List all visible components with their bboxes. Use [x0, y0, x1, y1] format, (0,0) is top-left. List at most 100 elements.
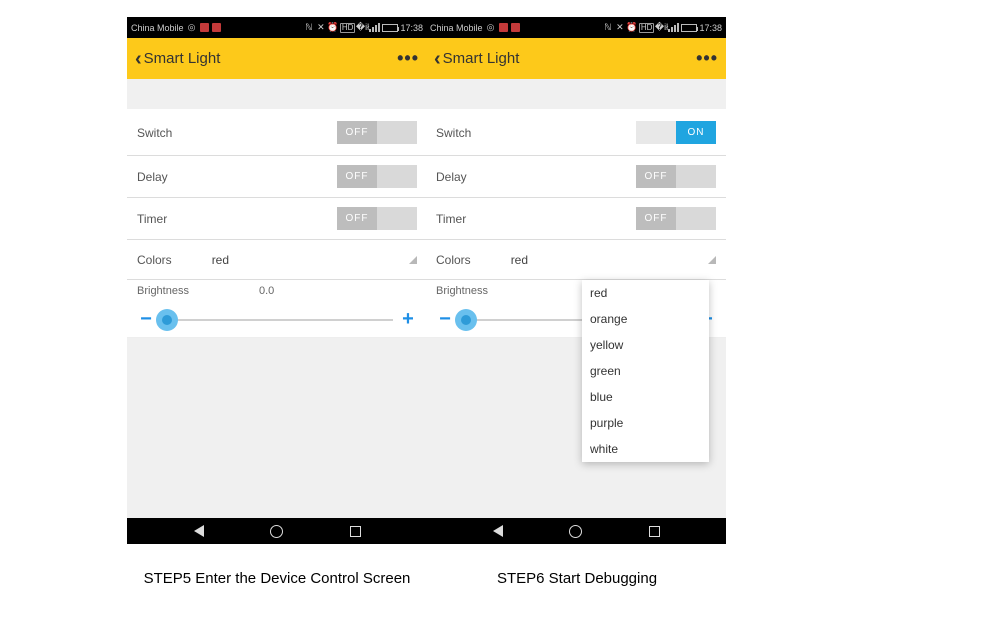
carrier-label: China Mobile — [131, 23, 184, 33]
back-button[interactable]: ‹ Smart Light — [135, 49, 220, 69]
toggle-off-label: OFF — [337, 121, 377, 144]
mute-icon: ✕ — [615, 23, 625, 33]
header-title: Smart Light — [144, 50, 221, 67]
color-option[interactable]: yellow — [582, 332, 709, 358]
delay-toggle[interactable]: OFF — [337, 165, 417, 188]
colors-selected-value: red — [212, 253, 229, 267]
brightness-label: Brightness — [137, 285, 189, 297]
android-navbar — [426, 518, 726, 544]
colors-selected-value: red — [511, 253, 528, 267]
slider-thumb-icon[interactable] — [156, 309, 178, 331]
sim-icon: ◎ — [486, 23, 496, 33]
brightness-value: 0.0 — [259, 285, 417, 297]
nfc-icon: ℕ — [304, 23, 314, 33]
delay-toggle[interactable]: OFF — [636, 165, 716, 188]
brightness-minus-button[interactable]: − — [137, 308, 155, 331]
alarm-icon: ⏰ — [328, 23, 338, 33]
nav-back-icon[interactable] — [493, 525, 503, 537]
chevron-left-icon: ‹ — [434, 49, 441, 69]
row-switch: Switch OFF — [127, 110, 427, 156]
row-delay: Delay OFF — [127, 156, 427, 198]
app-badge-icon — [200, 23, 209, 32]
row-switch: Switch ON — [426, 110, 726, 156]
caption-step6: STEP6 Start Debugging — [427, 570, 727, 587]
brightness-plus-button[interactable]: + — [399, 308, 417, 331]
brightness-label: Brightness — [436, 285, 488, 297]
app-badge-icon — [499, 23, 508, 32]
app-badge-icon — [212, 23, 221, 32]
row-timer: Timer OFF — [127, 198, 427, 240]
app-badge-icon — [511, 23, 520, 32]
chevron-left-icon: ‹ — [135, 49, 142, 69]
clock-label: 17:38 — [400, 23, 423, 33]
android-statusbar: China Mobile ◎ ℕ ✕ ⏰ HD �ił 17:38 — [127, 17, 427, 38]
toggle-off-label: OFF — [337, 207, 377, 230]
colors-label: Colors — [436, 253, 471, 267]
row-colors: Colors red — [127, 240, 427, 280]
color-option[interactable]: blue — [582, 384, 709, 410]
battery-icon — [382, 24, 398, 32]
toggle-on-label: ON — [676, 121, 716, 144]
signal-icon — [668, 23, 679, 32]
colors-dropdown[interactable]: red orange yellow green blue purple whit… — [582, 280, 709, 462]
brightness-slider-row: − + — [127, 302, 427, 338]
nav-home-icon[interactable] — [270, 525, 283, 538]
sim-icon: ◎ — [187, 23, 197, 33]
switch-label: Switch — [436, 126, 471, 140]
android-statusbar: China Mobile ◎ ℕ ✕ ⏰ HD �ił 17:38 — [426, 17, 726, 38]
timer-toggle[interactable]: OFF — [337, 207, 417, 230]
toggle-off-label: OFF — [636, 165, 676, 188]
color-option[interactable]: red — [582, 280, 709, 306]
slider-thumb-icon[interactable] — [455, 309, 477, 331]
color-option[interactable]: white — [582, 436, 709, 462]
row-colors: Colors red — [426, 240, 726, 280]
spinner-triangle-icon — [708, 256, 716, 264]
back-button[interactable]: ‹ Smart Light — [434, 49, 519, 69]
android-navbar — [127, 518, 427, 544]
wifi-icon: �ił — [656, 23, 666, 33]
toggle-off-label: OFF — [337, 165, 377, 188]
caption-step5: STEP5 Enter the Device Control Screen — [127, 570, 427, 587]
switch-label: Switch — [137, 126, 172, 140]
phone-left: China Mobile ◎ ℕ ✕ ⏰ HD �ił 17:38 ‹ Smar… — [127, 17, 427, 544]
hd-icon: HD — [639, 23, 655, 33]
header-title: Smart Light — [443, 50, 520, 67]
more-menu-button[interactable]: ••• — [696, 48, 718, 69]
clock-label: 17:38 — [699, 23, 722, 33]
nav-back-icon[interactable] — [194, 525, 204, 537]
header-gap — [127, 79, 427, 110]
row-delay: Delay OFF — [426, 156, 726, 198]
timer-toggle[interactable]: OFF — [636, 207, 716, 230]
delay-label: Delay — [436, 170, 467, 184]
row-brightness: Brightness 0.0 — [127, 280, 427, 302]
color-option[interactable]: purple — [582, 410, 709, 436]
switch-toggle[interactable]: OFF — [337, 121, 417, 144]
brightness-minus-button[interactable]: − — [436, 308, 454, 331]
signal-icon — [369, 23, 380, 32]
nav-recent-icon[interactable] — [350, 526, 361, 537]
more-menu-button[interactable]: ••• — [397, 48, 419, 69]
colors-spinner[interactable]: red — [511, 253, 716, 267]
toggle-off-label: OFF — [636, 207, 676, 230]
caption-row: STEP5 Enter the Device Control Screen ST… — [127, 570, 727, 587]
brightness-slider[interactable] — [161, 319, 393, 321]
mute-icon: ✕ — [316, 23, 326, 33]
delay-label: Delay — [137, 170, 168, 184]
colors-spinner[interactable]: red — [212, 253, 417, 267]
timer-label: Timer — [436, 212, 466, 226]
hd-icon: HD — [340, 23, 356, 33]
color-option[interactable]: orange — [582, 306, 709, 332]
nav-home-icon[interactable] — [569, 525, 582, 538]
battery-icon — [681, 24, 697, 32]
app-header: ‹ Smart Light ••• — [127, 38, 427, 79]
spinner-triangle-icon — [409, 256, 417, 264]
nav-recent-icon[interactable] — [649, 526, 660, 537]
nfc-icon: ℕ — [603, 23, 613, 33]
header-gap — [426, 79, 726, 110]
app-header: ‹ Smart Light ••• — [426, 38, 726, 79]
alarm-icon: ⏰ — [627, 23, 637, 33]
color-option[interactable]: green — [582, 358, 709, 384]
carrier-label: China Mobile — [430, 23, 483, 33]
switch-toggle[interactable]: ON — [636, 121, 716, 144]
phone-right: China Mobile ◎ ℕ ✕ ⏰ HD �ił 17:38 ‹ Smar… — [426, 17, 726, 544]
